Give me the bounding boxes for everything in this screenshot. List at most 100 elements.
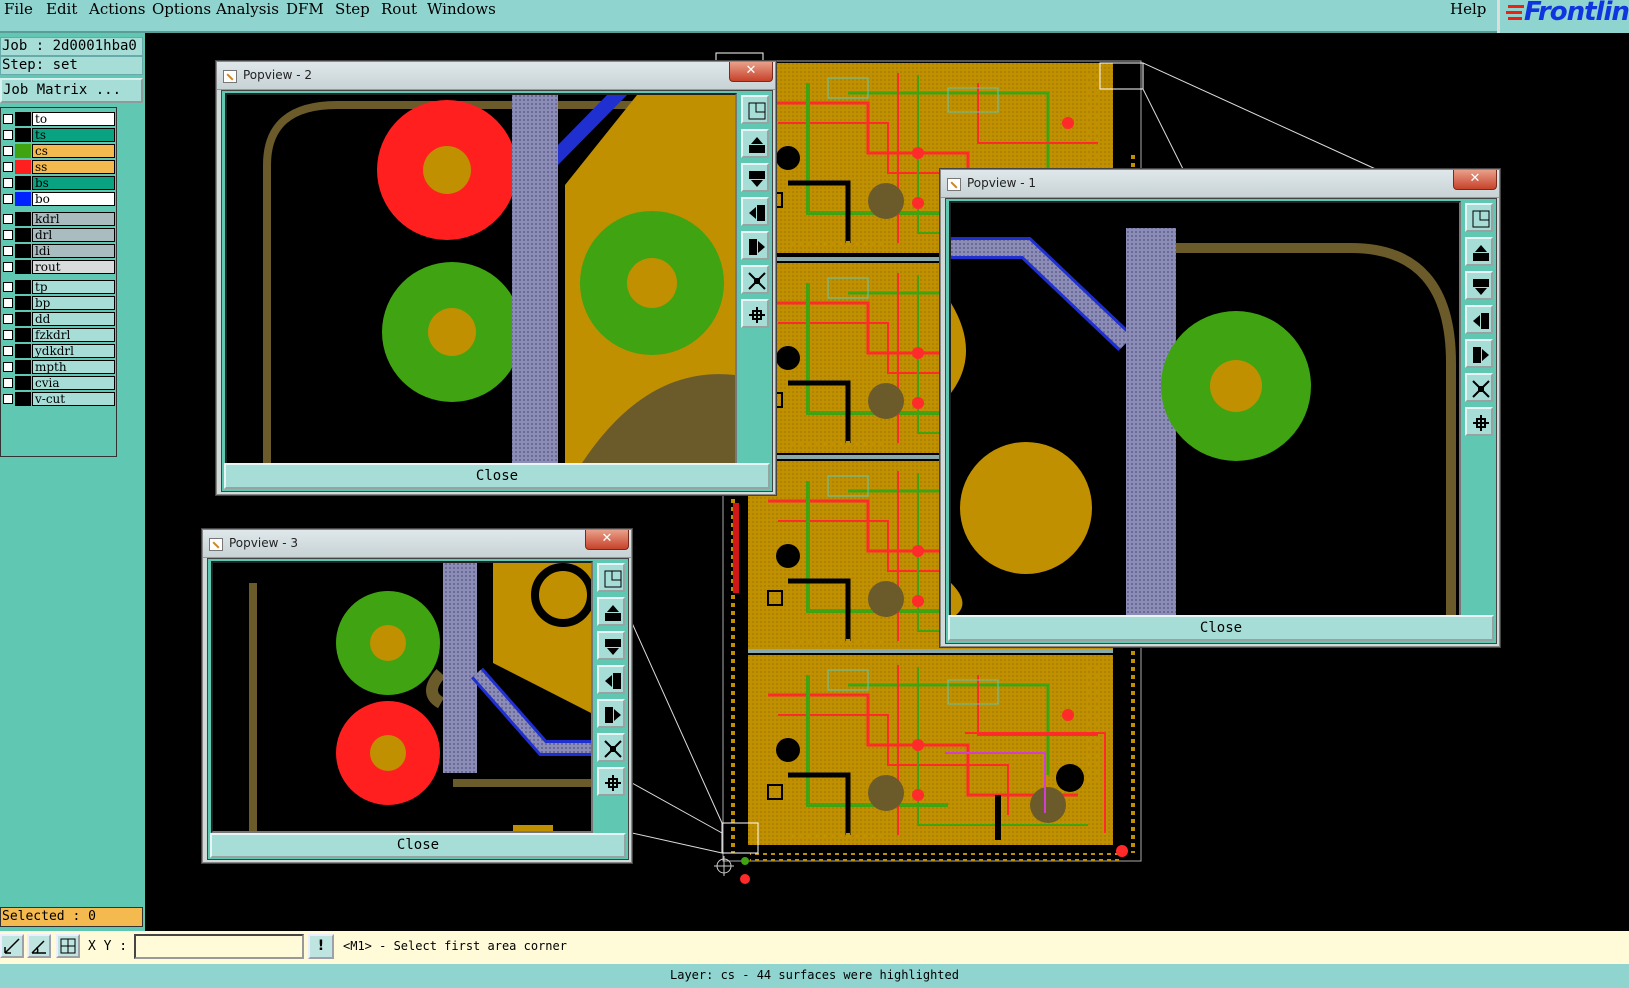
menu-file[interactable]: File — [4, 0, 33, 18]
measure-tool-button[interactable] — [27, 934, 51, 958]
layer-checkbox[interactable] — [3, 378, 13, 388]
layer-checkbox[interactable] — [3, 214, 13, 224]
layer-row-mpth[interactable]: mpth — [1, 360, 115, 374]
popview-2-window[interactable]: Popview - 2 ✕ Close — [216, 61, 776, 495]
layer-row-bo[interactable]: bo — [1, 192, 115, 206]
job-matrix-button[interactable]: Job Matrix ... — [0, 78, 143, 103]
layer-color-swatch[interactable] — [15, 392, 31, 406]
zoom-in-button[interactable] — [741, 299, 769, 328]
layer-color-swatch[interactable] — [15, 192, 31, 206]
alert-button[interactable]: ! — [308, 934, 334, 959]
layer-checkbox[interactable] — [3, 262, 13, 272]
xy-input[interactable] — [134, 934, 304, 959]
layer-checkbox[interactable] — [3, 162, 13, 172]
layer-row-v-cut[interactable]: v-cut — [1, 392, 115, 406]
popview-1-close-button[interactable]: Close — [948, 615, 1494, 641]
layer-row-bs[interactable]: bs — [1, 176, 115, 190]
popview-3-titlebar[interactable]: Popview - 3 ✕ — [203, 530, 631, 558]
popview-1-titlebar[interactable]: Popview - 1 ✕ — [941, 170, 1499, 198]
pan-down-button[interactable] — [597, 631, 625, 660]
layer-color-swatch[interactable] — [15, 176, 31, 190]
layer-name[interactable]: bp — [32, 296, 115, 310]
menu-help[interactable]: Help — [1450, 0, 1486, 18]
menu-analysis[interactable]: Analysis — [216, 0, 279, 18]
menu-options[interactable]: Options — [152, 0, 211, 18]
popview-3-window[interactable]: Popview - 3 ✕ Close — [202, 529, 632, 863]
layer-row-ydkdrl[interactable]: ydkdrl — [1, 344, 115, 358]
layer-color-swatch[interactable] — [15, 228, 31, 242]
layer-name[interactable]: ts — [32, 128, 115, 142]
popview-2-close-button[interactable]: Close — [224, 463, 770, 489]
layer-checkbox[interactable] — [3, 178, 13, 188]
close-icon[interactable]: ✕ — [729, 62, 773, 82]
layer-name[interactable]: dd — [32, 312, 115, 326]
pan-down-button[interactable] — [1465, 271, 1493, 300]
layer-checkbox[interactable] — [3, 130, 13, 140]
layer-color-swatch[interactable] — [15, 128, 31, 142]
select-tool-button[interactable] — [0, 934, 24, 958]
layer-checkbox[interactable] — [3, 346, 13, 356]
layer-color-swatch[interactable] — [15, 344, 31, 358]
layer-name[interactable]: kdrl — [32, 212, 115, 226]
menu-rout[interactable]: Rout — [381, 0, 417, 18]
layer-color-swatch[interactable] — [15, 312, 31, 326]
zoom-in-button[interactable] — [597, 767, 625, 796]
layer-name[interactable]: bo — [32, 192, 115, 206]
pan-left-button[interactable] — [741, 197, 769, 226]
layer-row-ss[interactable]: ss — [1, 160, 115, 174]
layer-color-swatch[interactable] — [15, 112, 31, 126]
layer-row-bp[interactable]: bp — [1, 296, 115, 310]
layer-name[interactable]: ss — [32, 160, 115, 174]
popview-2-titlebar[interactable]: Popview - 2 ✕ — [217, 62, 775, 90]
pan-right-button[interactable] — [597, 699, 625, 728]
layer-checkbox[interactable] — [3, 194, 13, 204]
layer-row-drl[interactable]: drl — [1, 228, 115, 242]
pan-up-button[interactable] — [741, 129, 769, 158]
pan-down-button[interactable] — [741, 163, 769, 192]
pan-left-button[interactable] — [597, 665, 625, 694]
layer-checkbox[interactable] — [3, 362, 13, 372]
layer-checkbox[interactable] — [3, 230, 13, 240]
layer-name[interactable]: cs — [32, 144, 115, 158]
layer-name[interactable]: tp — [32, 280, 115, 294]
layer-color-swatch[interactable] — [15, 144, 31, 158]
pan-up-button[interactable] — [1465, 237, 1493, 266]
layer-row-kdrl[interactable]: kdrl — [1, 212, 115, 226]
menu-actions[interactable]: Actions — [89, 0, 145, 18]
layer-row-cs[interactable]: cs — [1, 144, 115, 158]
layer-name[interactable]: fzkdrl — [32, 328, 115, 342]
zoom-fit-button[interactable] — [741, 95, 769, 124]
pan-right-button[interactable] — [741, 231, 769, 260]
layer-checkbox[interactable] — [3, 298, 13, 308]
layer-row-rout[interactable]: rout — [1, 260, 115, 274]
layer-checkbox[interactable] — [3, 282, 13, 292]
layer-checkbox[interactable] — [3, 146, 13, 156]
layer-checkbox[interactable] — [3, 394, 13, 404]
layer-row-ts[interactable]: ts — [1, 128, 115, 142]
popview-2-view[interactable] — [225, 93, 737, 465]
grid-snap-button[interactable] — [56, 934, 80, 958]
zoom-out-button[interactable] — [741, 265, 769, 294]
layer-row-ldi[interactable]: ldi — [1, 244, 115, 258]
zoom-out-button[interactable] — [1465, 373, 1493, 402]
layer-color-swatch[interactable] — [15, 296, 31, 310]
popview-3-close-button[interactable]: Close — [210, 833, 626, 858]
popview-1-window[interactable]: Popview - 1 ✕ Close — [940, 169, 1500, 647]
layer-row-dd[interactable]: dd — [1, 312, 115, 326]
layer-color-swatch[interactable] — [15, 212, 31, 226]
zoom-in-button[interactable] — [1465, 407, 1493, 436]
layer-name[interactable]: ldi — [32, 244, 115, 258]
layer-color-swatch[interactable] — [15, 360, 31, 374]
layer-name[interactable]: to — [32, 112, 115, 126]
menu-windows[interactable]: Windows — [427, 0, 496, 18]
zoom-out-button[interactable] — [597, 733, 625, 762]
layer-name[interactable]: cvia — [32, 376, 115, 390]
layer-name[interactable]: bs — [32, 176, 115, 190]
close-icon[interactable]: ✕ — [585, 530, 629, 550]
zoom-fit-button[interactable] — [1465, 203, 1493, 232]
layer-color-swatch[interactable] — [15, 244, 31, 258]
layer-color-swatch[interactable] — [15, 280, 31, 294]
layer-name[interactable]: rout — [32, 260, 115, 274]
menu-step[interactable]: Step — [335, 0, 370, 18]
layer-row-tp[interactable]: tp — [1, 280, 115, 294]
